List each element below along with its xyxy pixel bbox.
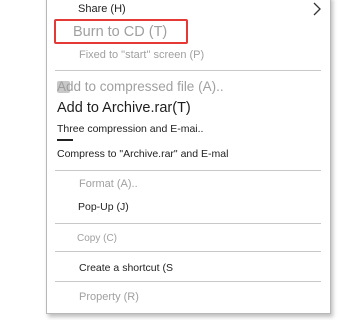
highlight-box xyxy=(54,19,188,44)
menu-item-compress-email[interactable]: Compress to "Archive.rar" and E-mal xyxy=(57,147,228,161)
context-menu: Share (H) Burn to CD (T) Fixed to "start… xyxy=(46,0,331,314)
menu-separator xyxy=(55,281,321,282)
menu-item-popup[interactable]: Pop-Up (J) xyxy=(78,200,129,214)
menu-separator xyxy=(55,70,321,71)
menu-separator xyxy=(55,251,321,252)
menu-separator xyxy=(55,223,321,224)
menu-item-share[interactable]: Share (H) xyxy=(78,2,126,16)
menu-item-create-shortcut[interactable]: Create a shortcut (S xyxy=(79,261,173,275)
menu-separator xyxy=(55,170,321,171)
menu-item-property[interactable]: Property (R) xyxy=(79,290,139,304)
menu-item-copy[interactable]: Copy (C) xyxy=(77,232,117,246)
menu-item-add-to-compressed[interactable]: Add to compressed file (A).. xyxy=(57,78,224,95)
chevron-right-icon xyxy=(313,2,321,16)
menu-item-format[interactable]: Format (A).. xyxy=(79,177,138,191)
menu-item-three-compression[interactable]: Three compression and E-mai.. xyxy=(57,122,203,136)
underline-mark xyxy=(57,139,73,141)
menu-item-add-to-archive[interactable]: Add to Archive.rar(T) xyxy=(57,99,191,117)
menu-item-fixed-to-start[interactable]: Fixed to "start" screen (P) xyxy=(79,48,204,62)
archive-icon xyxy=(57,81,70,93)
